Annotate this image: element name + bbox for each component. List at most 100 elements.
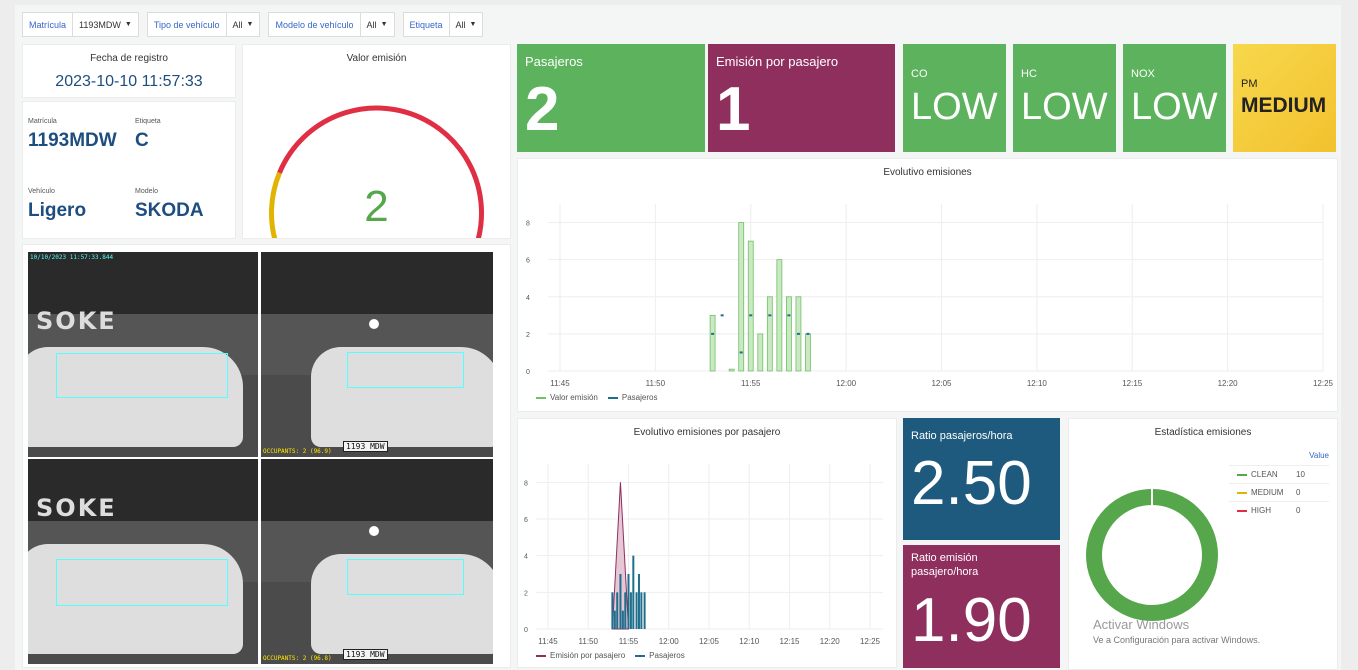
legend-item[interactable]: Pasajeros	[607, 393, 658, 402]
stat-title: Ratio pasajeros/hora	[911, 430, 1013, 442]
graffiti: SOKE	[36, 307, 117, 335]
bar	[747, 240, 754, 372]
legend-swatch	[607, 396, 618, 399]
y-tick-label: 6	[526, 258, 530, 265]
legend-item[interactable]: Valor emisión	[536, 393, 598, 402]
stat-value: LOW	[1131, 86, 1218, 128]
var-label: Matrícula	[23, 13, 74, 36]
chevron-down-icon: ▼	[469, 21, 477, 28]
y-tick-label: 8	[524, 480, 528, 487]
y-tick-label: 4	[526, 295, 530, 302]
gauge-panel: Valor emisión 2	[242, 44, 511, 239]
stat-hc: HC LOW	[1013, 44, 1116, 152]
legend-value: 0	[1296, 506, 1301, 515]
x-tick-label: 12:15	[1122, 379, 1143, 388]
bar	[738, 222, 745, 372]
stat-value: 1	[716, 75, 751, 144]
var-tipo[interactable]: Tipo de vehículo All ▼	[146, 12, 261, 37]
occupants-text: OCCUPANTS: 2 (96.9)	[263, 448, 332, 455]
matricula-label: Matrícula	[28, 118, 57, 125]
var-label: Etiqueta	[404, 13, 450, 36]
x-tick-label: 11:55	[619, 637, 639, 646]
x-tick-label: 12:05	[699, 637, 720, 646]
var-value[interactable]: All ▼	[361, 13, 394, 36]
chart-emisiones-panel: Evolutivo emisiones 0 2 4 6 8 11:45 11:50 11:55…	[517, 158, 1338, 412]
legend-row[interactable]: MEDIUM 0	[1229, 483, 1329, 501]
x-tick-label: 12:15	[779, 637, 800, 646]
point	[806, 332, 810, 335]
legend-swatch	[1237, 491, 1247, 494]
stat-title: CO	[911, 68, 928, 80]
y-tick-label: 4	[524, 554, 528, 561]
var-value-text: All	[455, 19, 466, 30]
chart-emisiones-svg: 0 2 4 6 8 11:45 11:50 11:55 12:00 12:05 12:10 12:15…	[526, 204, 1334, 388]
var-modelo[interactable]: Modelo de vehículo All ▼	[268, 12, 395, 37]
camera-sky	[261, 252, 493, 314]
stat-value: 1.90	[911, 586, 1032, 655]
legend-header: Value	[1309, 451, 1329, 460]
y-tick-label: 2	[524, 590, 528, 597]
chevron-down-icon: ▼	[380, 21, 388, 28]
stat-title: HC	[1021, 68, 1037, 80]
x-tick-label: 12:20	[820, 637, 841, 646]
camera-sky	[261, 459, 493, 521]
stat-title: Ratio emisión pasajero/hora	[911, 552, 979, 578]
detection-box	[56, 559, 228, 606]
vehiculo-label: Vehículo	[28, 188, 55, 195]
y-tick-label: 8	[526, 221, 530, 228]
detection-box	[56, 353, 228, 398]
chevron-down-icon: ▼	[246, 21, 254, 28]
bar	[785, 296, 792, 372]
legend-label: Pasajeros	[621, 393, 658, 402]
stat-pm: PM MEDIUM	[1233, 44, 1336, 152]
x-tick-label: 12:25	[860, 637, 881, 646]
x-tick-label: 11:45	[550, 379, 570, 388]
legend-row[interactable]: CLEAN 10	[1229, 465, 1329, 483]
x-tick-label: 12:05	[931, 379, 952, 388]
detection-box	[347, 559, 464, 595]
etiqueta-value: C	[135, 130, 149, 151]
var-etiqueta[interactable]: Etiqueta All ▼	[402, 12, 484, 37]
y-tick-label: 2	[526, 332, 530, 339]
pie-slice	[1086, 489, 1218, 621]
point	[739, 351, 743, 354]
stat-title: Emisión por pasajero	[716, 54, 839, 69]
y-tick-label: 6	[524, 517, 528, 524]
var-label: Tipo de vehículo	[148, 13, 227, 36]
var-label: Modelo de vehículo	[269, 13, 361, 36]
legend-row[interactable]: HIGH 0	[1229, 501, 1329, 519]
legend-label: HIGH	[1251, 506, 1271, 515]
bar	[776, 259, 783, 372]
camera-view-1: SOKE 10/10/2023 11:57:33.844	[28, 252, 258, 457]
var-value-text: 1193MDW	[79, 19, 121, 30]
windows-watermark-title: Activar Windows	[1093, 617, 1190, 632]
stat-pasajeros: Pasajeros 2	[517, 44, 705, 152]
var-matricula[interactable]: Matrícula 1193MDW ▼	[22, 12, 139, 37]
stat-ratio-pasajeros: Ratio pasajeros/hora 2.50	[903, 418, 1060, 540]
var-value-text: All	[232, 19, 243, 30]
stat-title: NOX	[1131, 68, 1155, 80]
var-value[interactable]: All ▼	[227, 13, 260, 36]
x-tick-label: 12:10	[1027, 379, 1048, 388]
var-value[interactable]: 1193MDW ▼	[73, 13, 138, 36]
bar	[805, 333, 811, 372]
stat-value: LOW	[1021, 86, 1108, 128]
legend-swatch	[1237, 473, 1247, 476]
y-tick-label: 0	[524, 627, 528, 634]
var-value[interactable]: All ▼	[450, 13, 483, 36]
point	[720, 314, 724, 317]
x-tick-label: 11:50	[646, 379, 666, 388]
light-spot	[369, 319, 379, 329]
stat-ratio-emision: Ratio emisión pasajero/hora 1.90	[903, 545, 1060, 668]
stat-title: PM	[1241, 78, 1258, 90]
light-spot	[369, 526, 379, 536]
x-tick-label: 12:25	[1313, 379, 1334, 388]
legend-value: 0	[1296, 488, 1301, 497]
point	[749, 314, 753, 317]
legend-item[interactable]: Pasajeros	[635, 651, 685, 660]
camera-view-2: 1193 MDW OCCUPANTS: 2 (96.9)	[261, 252, 493, 457]
legend-label: Emisión por pasajero	[550, 651, 626, 660]
chevron-down-icon: ▼	[124, 21, 132, 28]
legend-item[interactable]: Emisión por pasajero	[536, 651, 625, 660]
windows-watermark-subtitle: Ve a Configuración para activar Windows.	[1093, 635, 1261, 645]
